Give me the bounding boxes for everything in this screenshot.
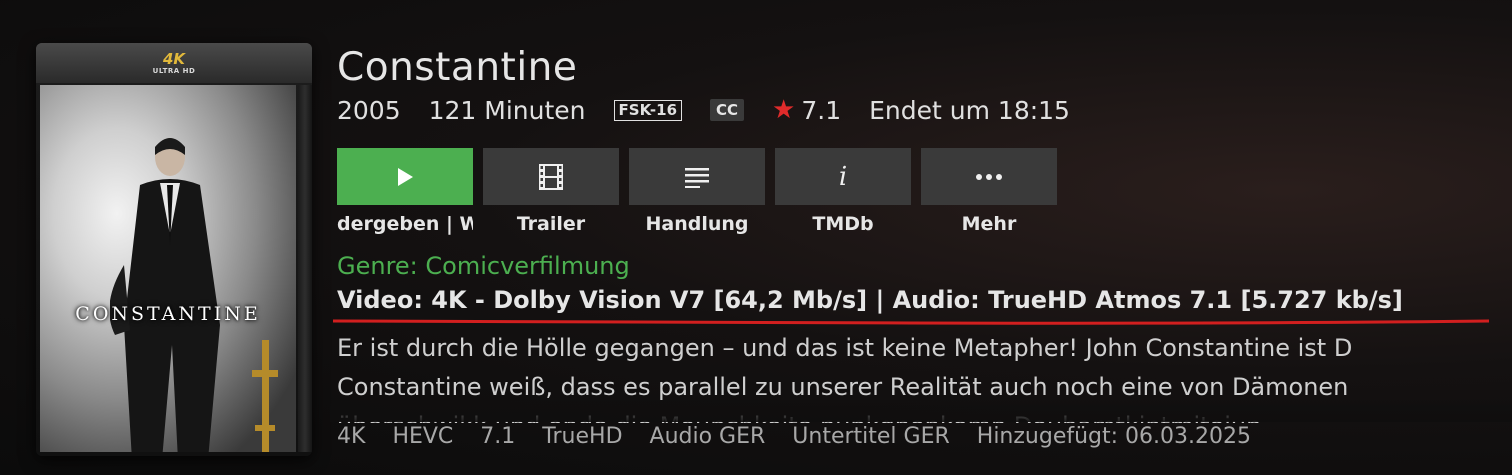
poster-figure <box>110 138 220 452</box>
meta-row: 2005 121 Minuten FSK-16 CC ★ 7.1 Endet u… <box>337 93 1098 127</box>
media-info-date-added: Hinzugefügt: 06.03.2025 <box>976 424 1252 449</box>
plot-button-label: Handlung <box>645 213 749 235</box>
movie-title: Constantine <box>337 45 578 90</box>
badge-4k: 4K <box>162 49 186 68</box>
release-year: 2005 <box>337 95 401 125</box>
media-info-codec: HEVC <box>392 424 454 449</box>
media-info-row: 4K HEVC 7.1 TrueHD Audio GER Untertitel … <box>337 424 1278 449</box>
plot-button[interactable] <box>629 148 765 205</box>
poster-image: CONSTANTINE <box>40 85 296 452</box>
description-fade <box>330 400 1512 422</box>
star-icon: ★ <box>772 95 796 125</box>
poster-title-art: CONSTANTINE <box>75 303 261 325</box>
film-icon <box>539 163 563 190</box>
uhd-case-banner: 4K ULTRA HD <box>36 43 312 83</box>
rating-value: 7.1 <box>801 95 842 125</box>
more-button-group: Mehr <box>921 148 1057 235</box>
more-icon <box>976 173 1002 180</box>
lines-icon <box>685 167 709 188</box>
cross-icon <box>252 340 278 452</box>
more-button[interactable] <box>921 148 1057 205</box>
media-info-resolution: 4K <box>337 424 366 449</box>
play-icon <box>398 167 413 186</box>
end-time: Endet um 18:15 <box>869 95 1070 125</box>
info-icon: i <box>838 161 848 192</box>
runtime: 121 Minuten <box>428 95 586 125</box>
play-button-label: dergeben | W <box>337 213 473 235</box>
trailer-button[interactable] <box>483 148 619 205</box>
red-underline-annotation <box>332 319 1490 325</box>
tech-info-line: Video: 4K - Dolby Vision V7 [64,2 Mb/s] … <box>337 286 1403 314</box>
movie-detail-view: 4K ULTRA HD CONSTANTINE Constantine 2005 <box>0 0 1512 475</box>
plot-line-1: Er ist durch die Hölle gegangen – und da… <box>337 334 1353 362</box>
media-info-channels: 7.1 <box>480 424 516 449</box>
case-spine <box>298 85 312 452</box>
plot-button-group: Handlung <box>629 148 765 235</box>
poster-case[interactable]: 4K ULTRA HD CONSTANTINE <box>36 43 312 456</box>
closed-captions-badge: CC <box>710 99 745 121</box>
action-buttons: dergeben | W Trailer Handlung i TMDb Meh… <box>337 148 1067 235</box>
genre-line: Genre: Comicverfilmung <box>337 252 630 280</box>
tmdb-button-group: i TMDb <box>775 148 911 235</box>
more-button-label: Mehr <box>961 213 1017 235</box>
media-info-audio-codec: TrueHD <box>542 424 623 449</box>
media-info-subtitle-lang: Untertitel GER <box>792 424 950 449</box>
play-button-group: dergeben | W <box>337 148 473 235</box>
trailer-button-group: Trailer <box>483 148 619 235</box>
tmdb-button[interactable]: i <box>775 148 911 205</box>
community-rating: ★ 7.1 <box>772 96 841 125</box>
tmdb-button-label: TMDb <box>812 213 874 235</box>
age-rating-badge: FSK-16 <box>613 99 683 121</box>
play-button[interactable] <box>337 148 473 205</box>
badge-ultra-hd: ULTRA HD <box>152 66 196 75</box>
trailer-button-label: Trailer <box>516 213 586 235</box>
media-info-audio-lang: Audio GER <box>649 424 766 449</box>
